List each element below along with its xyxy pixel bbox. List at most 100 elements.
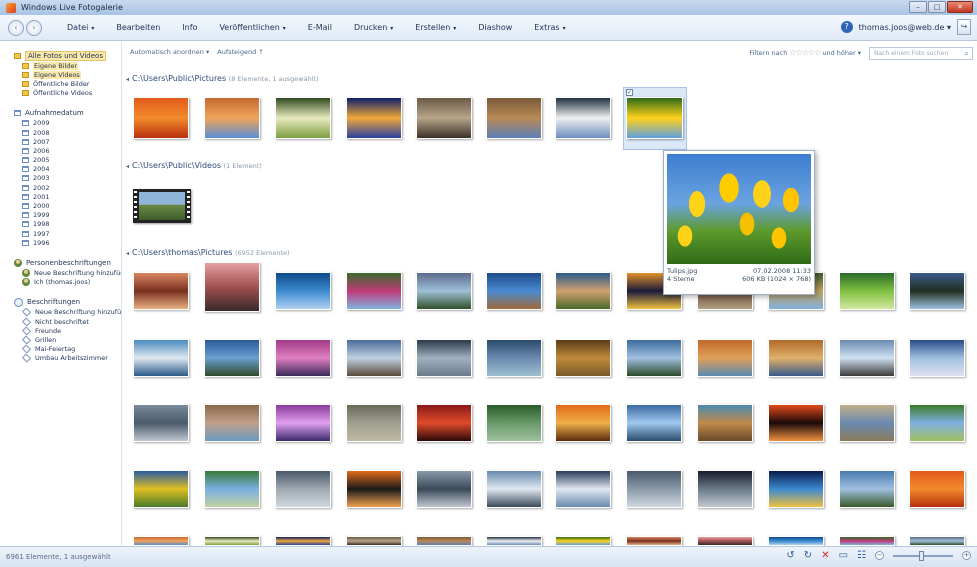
forward-button[interactable]: › <box>26 19 42 36</box>
photo-thumbnail[interactable] <box>839 536 895 546</box>
photo-thumbnail[interactable] <box>555 536 611 546</box>
rotate-left-icon[interactable]: ↺ <box>786 550 794 561</box>
photo-thumbnail[interactable] <box>204 536 260 546</box>
years-item[interactable]: 1998 <box>22 220 121 229</box>
photo-thumbnail[interactable] <box>346 339 402 377</box>
photo-thumbnail[interactable] <box>204 404 260 442</box>
photo-thumbnail[interactable] <box>133 470 189 508</box>
photo-thumbnail[interactable] <box>416 272 472 310</box>
photo-thumbnail[interactable] <box>486 339 542 377</box>
people-item[interactable]: Neue Beschriftung hinzufüg <box>22 268 121 277</box>
photo-thumbnail[interactable] <box>909 339 965 377</box>
photo-thumbnail[interactable] <box>275 272 331 310</box>
photo-thumbnail[interactable] <box>768 470 824 508</box>
photo-thumbnail[interactable] <box>555 404 611 442</box>
photo-thumbnail[interactable] <box>626 404 682 442</box>
photo-thumbnail[interactable] <box>275 404 331 442</box>
tags-item[interactable]: Mai-Feiertag <box>22 344 121 354</box>
photo-thumbnail[interactable] <box>416 536 472 546</box>
tags-item[interactable]: Umbau Arbeitszimmer <box>22 353 121 363</box>
photo-thumbnail[interactable] <box>839 470 895 508</box>
photo-thumbnail[interactable] <box>909 272 965 310</box>
zoom-out-button[interactable]: − <box>875 551 884 560</box>
years-item[interactable]: 1996 <box>22 238 121 247</box>
menu-item[interactable]: Erstellen ▾ <box>404 23 467 32</box>
photo-thumbnail[interactable] <box>486 272 542 310</box>
photo-thumbnail[interactable] <box>555 272 611 310</box>
photo-thumbnail[interactable] <box>697 339 753 377</box>
years-item[interactable]: 2002 <box>22 183 121 192</box>
photo-thumbnail[interactable] <box>626 339 682 377</box>
photo-thumbnail[interactable] <box>486 97 542 139</box>
zoom-slider-knob[interactable] <box>919 550 924 561</box>
photo-thumbnail[interactable] <box>416 97 472 139</box>
photo-thumbnail[interactable] <box>275 339 331 377</box>
photo-thumbnail[interactable] <box>346 404 402 442</box>
years-item[interactable]: 2006 <box>22 146 121 155</box>
photo-thumbnail[interactable] <box>346 470 402 508</box>
photo-thumbnail[interactable] <box>275 470 331 508</box>
photo-thumbnail[interactable] <box>346 97 402 139</box>
photo-thumbnail[interactable] <box>486 470 542 508</box>
menu-item[interactable]: Datei ▾ <box>56 23 105 32</box>
menu-item[interactable]: Extras ▾ <box>523 23 576 32</box>
menu-item[interactable]: Veröffentlichen ▾ <box>208 23 296 32</box>
photo-thumbnail[interactable] <box>486 536 542 546</box>
photo-thumbnail[interactable] <box>133 536 189 546</box>
search-input[interactable]: Nach einem Foto suchen ⌕ <box>869 47 973 60</box>
folders-item[interactable]: Eigene Bilder <box>22 61 121 70</box>
tags-item[interactable]: Nicht beschriftet <box>22 316 121 327</box>
photo-thumbnail[interactable] <box>133 404 189 442</box>
folders-item[interactable]: Eigene Videos <box>22 70 121 79</box>
menu-item[interactable]: E-Mail <box>297 23 343 32</box>
zoom-slider[interactable] <box>893 550 953 561</box>
slideshow-icon[interactable]: ▭ <box>839 550 848 561</box>
rating-filter[interactable]: Filtern nach ☆☆☆☆☆ und höher ▾ <box>749 48 861 57</box>
star-rating-icon[interactable]: ☆☆☆☆☆ <box>789 48 821 57</box>
photo-thumbnail[interactable] <box>204 262 260 312</box>
menu-item[interactable]: Info <box>171 23 208 32</box>
photo-thumbnail[interactable] <box>416 339 472 377</box>
photo-thumbnail[interactable] <box>697 536 753 546</box>
photo-thumbnail[interactable] <box>909 470 965 508</box>
years-item[interactable]: 2000 <box>22 201 121 210</box>
photo-thumbnail[interactable] <box>555 470 611 508</box>
photo-thumbnail[interactable] <box>697 470 753 508</box>
tags-item[interactable]: Freunde <box>22 326 121 336</box>
selection-checkbox[interactable]: ✓ <box>626 89 633 96</box>
photo-thumbnail[interactable] <box>133 97 189 139</box>
photo-thumbnail[interactable] <box>909 404 965 442</box>
delete-icon[interactable]: ✕ <box>821 550 829 561</box>
years-item[interactable]: 2007 <box>22 137 121 146</box>
photo-thumbnail[interactable] <box>204 339 260 377</box>
all-photos-item[interactable]: Alle Fotos und Videos <box>14 50 121 61</box>
photo-thumbnail[interactable] <box>346 536 402 546</box>
rotate-right-icon[interactable]: ↻ <box>804 550 812 561</box>
years-item[interactable]: 2009 <box>22 119 121 128</box>
date-taken-item[interactable]: Aufnahmedatum <box>14 108 121 119</box>
photo-thumbnail[interactable] <box>839 404 895 442</box>
photo-thumbnail[interactable] <box>626 97 683 139</box>
photo-thumbnail[interactable] <box>626 536 682 546</box>
photo-thumbnail[interactable] <box>133 339 189 377</box>
photo-thumbnail[interactable] <box>839 272 895 310</box>
photo-thumbnail[interactable] <box>416 404 472 442</box>
photo-thumbnail[interactable] <box>275 97 331 139</box>
photo-thumbnail[interactable] <box>839 339 895 377</box>
zoom-in-button[interactable]: + <box>962 551 971 560</box>
details-view-icon[interactable]: ☷ <box>857 550 866 561</box>
photo-thumbnail[interactable] <box>133 272 189 310</box>
back-button[interactable]: ‹ <box>8 19 24 36</box>
menu-item[interactable]: Bearbeiten <box>105 23 171 32</box>
people-item[interactable]: Ich (thomas.joos) <box>22 278 121 287</box>
video-thumbnail[interactable] <box>133 189 191 223</box>
tags-item[interactable]: Neue Beschriftung hinzufüg <box>22 307 121 317</box>
descriptive-tags-item[interactable]: Beschriftungen <box>14 297 121 308</box>
photo-thumbnail[interactable] <box>768 339 824 377</box>
photo-thumbnail[interactable] <box>909 536 965 546</box>
signin-icon[interactable]: ↪ <box>957 19 971 35</box>
group-header-public-pictures[interactable]: ◂ C:\Users\Public\Pictures (8 Elemente, 1… <box>126 74 319 83</box>
photo-thumbnail[interactable] <box>768 404 824 442</box>
photo-thumbnail[interactable] <box>486 404 542 442</box>
photo-thumbnail[interactable] <box>555 339 611 377</box>
